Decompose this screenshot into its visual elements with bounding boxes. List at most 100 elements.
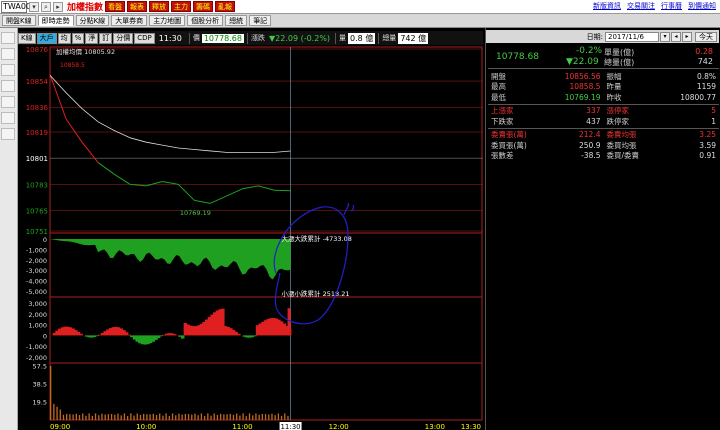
chart-svg: 10876 10854 10836 10819 10801 10783 10765 10751… (26, 46, 483, 430)
volume-bar (75, 413, 77, 420)
dropdown-icon[interactable]: ▾ (29, 1, 39, 12)
dropdown-icon[interactable]: ▾ (660, 31, 670, 42)
flow2-tick-label: -2,000 (26, 354, 47, 362)
next-day-icon[interactable]: ▸ (682, 31, 692, 42)
series-price-segment (113, 173, 131, 185)
volume-bar (252, 415, 254, 420)
volume-bar (213, 413, 215, 420)
flow-small-bar (180, 335, 185, 339)
function-button[interactable]: 看盤 (105, 1, 126, 12)
stat-label: 跌停家 (606, 116, 630, 126)
function-button[interactable]: 亂報 (215, 1, 236, 12)
prev-day-icon[interactable]: ◂ (671, 31, 681, 42)
stat-row: 下跌家 437 跌停家 1 (488, 116, 719, 127)
time-label: 13:00 (425, 423, 445, 430)
flow-small-bar (95, 335, 99, 337)
tab[interactable]: 主力地圖 (149, 15, 186, 26)
function-button[interactable]: 報表 (127, 1, 148, 12)
top-link[interactable]: 到價通知 (688, 1, 716, 11)
volume-bar (271, 413, 273, 420)
tab[interactable]: 個股分析 (187, 15, 224, 26)
stat-row: 委買張(萬) 250.9 委買均張 3.59 (488, 140, 719, 151)
chart-mode-button[interactable]: % (71, 32, 85, 44)
volume-bar (181, 414, 183, 420)
chart-mode-button[interactable]: CDP (134, 32, 155, 44)
volume-bar (146, 414, 148, 420)
avg-legend: 加權均價 10805.92 (56, 47, 115, 56)
stat-value: 10856.56 (564, 71, 601, 81)
stat-row: 委賣張(萬) 212.4 委賣均張 3.25 (488, 130, 719, 141)
volume-bar (216, 414, 219, 420)
change-value: ▼22.09 (-0.2%) (268, 33, 331, 43)
volume-bar (94, 413, 97, 420)
top-link[interactable]: 新版資訊 (593, 1, 621, 11)
function-buttons: 看盤 報表 釋放 主力 籌碼 亂報 (103, 1, 236, 12)
volume-bar (136, 413, 138, 420)
vol-tick-label: 38.5 (33, 380, 47, 388)
total-volume-value: 742 (697, 57, 713, 66)
volume-bar (191, 414, 193, 420)
function-button[interactable]: 籌碼 (193, 1, 214, 12)
date-input[interactable]: 2017/11/6 (605, 31, 659, 42)
function-button[interactable]: 釋放 (149, 1, 170, 12)
volume-bar (187, 414, 190, 420)
stat-value: 5 (711, 106, 716, 116)
last-price: 10778.68 (496, 52, 539, 62)
chart-mode-button[interactable]: 均 (57, 32, 71, 44)
top-links: 新版資訊 交易關注 行事曆 到價通知 (593, 1, 716, 11)
tab[interactable]: 開盤K線 (2, 15, 36, 26)
symbol-input[interactable]: TWA00 (1, 0, 31, 13)
tab[interactable]: 筆記 (249, 15, 272, 26)
date-label: 日期: (586, 32, 603, 41)
stat-row: 張數差 -38.5 委買/委賣 0.91 (488, 151, 719, 162)
flow-small-bar (237, 333, 241, 336)
tool-slot[interactable] (1, 112, 15, 124)
vol-tick-label: 19.5 (33, 398, 47, 406)
flow2-tick-label: 2,000 (28, 311, 47, 319)
chart-mode-button[interactable]: 分價 (113, 32, 134, 44)
time-label: 12:00 (329, 423, 349, 430)
volume-bar (287, 415, 289, 420)
volume-bar (203, 415, 206, 420)
tab[interactable]: 即時走勢 (37, 15, 74, 26)
arrow-right-icon[interactable]: ▸ (53, 1, 63, 12)
chart-mode-button[interactable]: 大戶 (36, 32, 57, 44)
vol-tick-label: 57.5 (33, 362, 47, 370)
series-price-segment (177, 184, 195, 201)
chart-mode-button[interactable]: 淨 (85, 32, 99, 44)
tab[interactable]: 分點K線 (75, 15, 110, 26)
intraday-chart[interactable]: 10876 10854 10836 10819 10801 10783 10765 10751… (18, 45, 483, 430)
tool-slot[interactable] (1, 80, 15, 92)
tool-slot[interactable] (1, 128, 15, 140)
cursor-time-label: 11:30 (280, 423, 300, 430)
stat-value: 3.59 (699, 140, 716, 150)
tab[interactable]: 大單券商 (111, 15, 148, 26)
today-button[interactable]: 今天 (695, 31, 717, 42)
tool-slot[interactable] (1, 64, 15, 76)
tab[interactable]: 總統 (225, 15, 248, 26)
stat-label: 委買張(萬) (491, 140, 527, 150)
volume-readout: 量 0.8 億 (335, 32, 376, 44)
stat-value: 250.9 (579, 140, 601, 150)
function-button[interactable]: 主力 (171, 1, 192, 12)
search-icon[interactable]: ⌕ (41, 1, 51, 12)
volume-bar (197, 415, 199, 420)
volume-bar (78, 415, 81, 420)
time-label: 10:00 (136, 423, 156, 430)
stat-value: 0.8% (696, 71, 716, 81)
tool-slot[interactable] (1, 96, 15, 108)
top-link[interactable]: 交易關注 (627, 1, 655, 11)
stat-value: 337 (586, 106, 601, 116)
series-price-segment (146, 181, 163, 187)
flow1-tick-label: -4,000 (26, 278, 47, 286)
tool-slot[interactable] (1, 48, 15, 60)
chart-mode-button[interactable]: K線 (18, 32, 36, 44)
flow1-tick-label: -2,000 (26, 257, 47, 265)
flow-small-bar (127, 334, 132, 336)
tool-slot[interactable] (1, 32, 15, 44)
chart-mode-button[interactable]: 訂 (99, 32, 113, 44)
stat-value: 3.25 (699, 130, 716, 140)
volume-bar (126, 416, 129, 420)
volume-bar (104, 414, 106, 420)
top-link[interactable]: 行事曆 (661, 1, 682, 11)
